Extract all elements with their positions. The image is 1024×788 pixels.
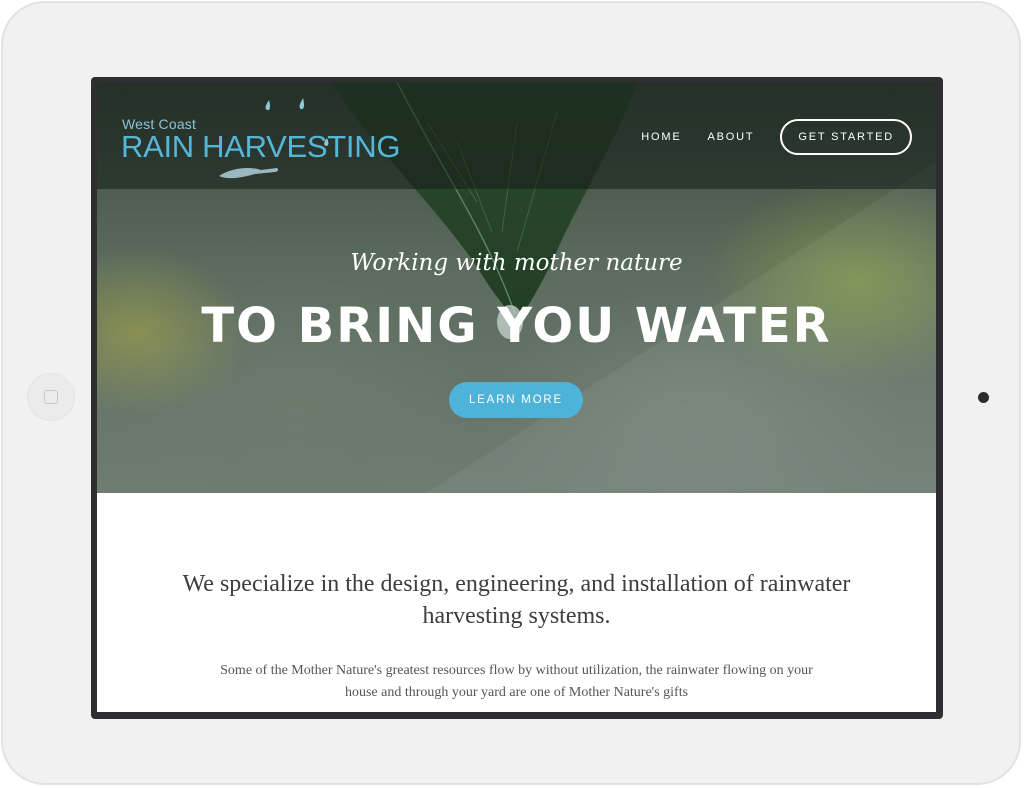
camera-icon (978, 392, 989, 403)
home-button-icon (44, 390, 58, 404)
hero-section: West Coast RAIN HARVESTING HOME ABOUT GE… (97, 82, 936, 493)
intro-body: Some of the Mother Nature's greatest res… (220, 663, 813, 700)
intro-section: We specialize in the design, engineering… (97, 493, 936, 712)
get-started-button[interactable]: GET STARTED (780, 119, 912, 155)
site-logo[interactable]: West Coast RAIN HARVESTING (121, 98, 400, 184)
learn-more-button[interactable]: LEARN MORE (449, 382, 583, 418)
nav-home[interactable]: HOME (641, 131, 681, 143)
header-bar: West Coast RAIN HARVESTING HOME ABOUT GE… (97, 82, 936, 189)
home-button[interactable] (27, 373, 75, 421)
hero-tagline: Working with mother nature (350, 250, 683, 276)
intro-lead: We specialize in the design, engineering… (182, 571, 851, 629)
main-nav: HOME ABOUT GET STARTED (641, 119, 912, 155)
screen: West Coast RAIN HARVESTING HOME ABOUT GE… (97, 82, 936, 712)
nav-about[interactable]: ABOUT (708, 131, 755, 143)
logo-big-text: RAIN HARVESTING (121, 129, 401, 164)
hero-headline: TO BRING YOU WATER (201, 298, 832, 354)
